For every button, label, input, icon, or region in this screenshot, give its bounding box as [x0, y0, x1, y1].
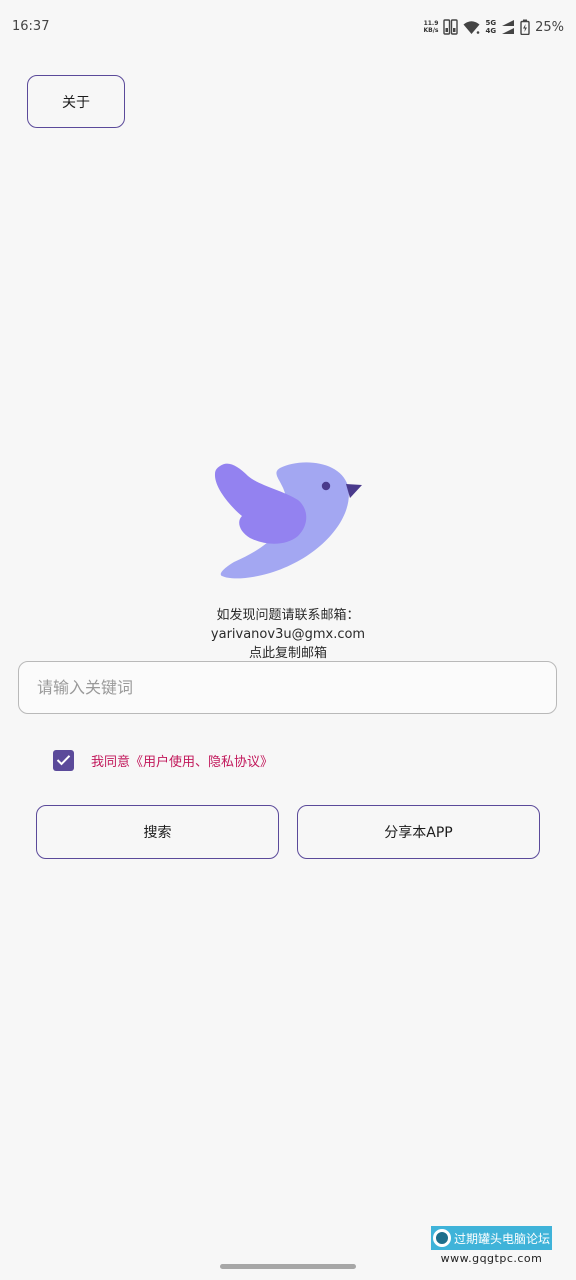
- network-speed-value: 11.9: [423, 20, 439, 27]
- bird-logo-icon: [214, 462, 362, 579]
- share-app-button[interactable]: 分享本APP: [297, 805, 540, 859]
- status-icons: 11.9 KB/s 5G 4G 25%: [423, 17, 564, 37]
- watermark-url: www.gqgtpc.com: [440, 1252, 543, 1265]
- network-speed-unit: KB/s: [423, 27, 439, 34]
- agreement-link[interactable]: 我同意《用户使用、隐私协议》: [91, 751, 273, 770]
- watermark-text: 过期罐头电脑论坛: [454, 1231, 551, 1246]
- status-bar: 16:37 11.9 KB/s 5G 4G 25%: [0, 0, 576, 54]
- forum-watermark: 过期罐头电脑论坛: [431, 1226, 552, 1250]
- about-button[interactable]: 关于: [27, 75, 125, 128]
- keyword-search-input[interactable]: [18, 661, 557, 714]
- battery-percent: 25%: [535, 19, 564, 35]
- search-button[interactable]: 搜索: [36, 805, 279, 859]
- network-generation-top: 5G: [485, 19, 497, 27]
- signal-icon: [502, 20, 515, 34]
- check-icon: [56, 755, 71, 766]
- battery-icon: [520, 19, 530, 35]
- home-indicator[interactable]: [220, 1264, 356, 1269]
- status-time: 16:37: [12, 19, 50, 34]
- agreement-checkbox[interactable]: [53, 749, 74, 771]
- network-generation: 5G 4G: [485, 19, 496, 35]
- contact-email: yarivanov3u@gmx.com: [210, 627, 366, 642]
- dual-sim-icon: [443, 19, 459, 35]
- network-generation-bottom: 4G: [485, 27, 497, 35]
- agreement-row: 我同意《用户使用、隐私协议》: [53, 749, 273, 771]
- network-speed: 11.9 KB/s: [423, 20, 438, 34]
- contact-info: 如发现问题请联系邮箱： yarivanov3u@gmx.com 点此复制邮箱: [0, 606, 576, 663]
- contact-prompt: 如发现问题请联系邮箱：: [216, 608, 360, 623]
- watermark-logo-icon: [433, 1229, 451, 1247]
- wifi-icon: [463, 20, 480, 34]
